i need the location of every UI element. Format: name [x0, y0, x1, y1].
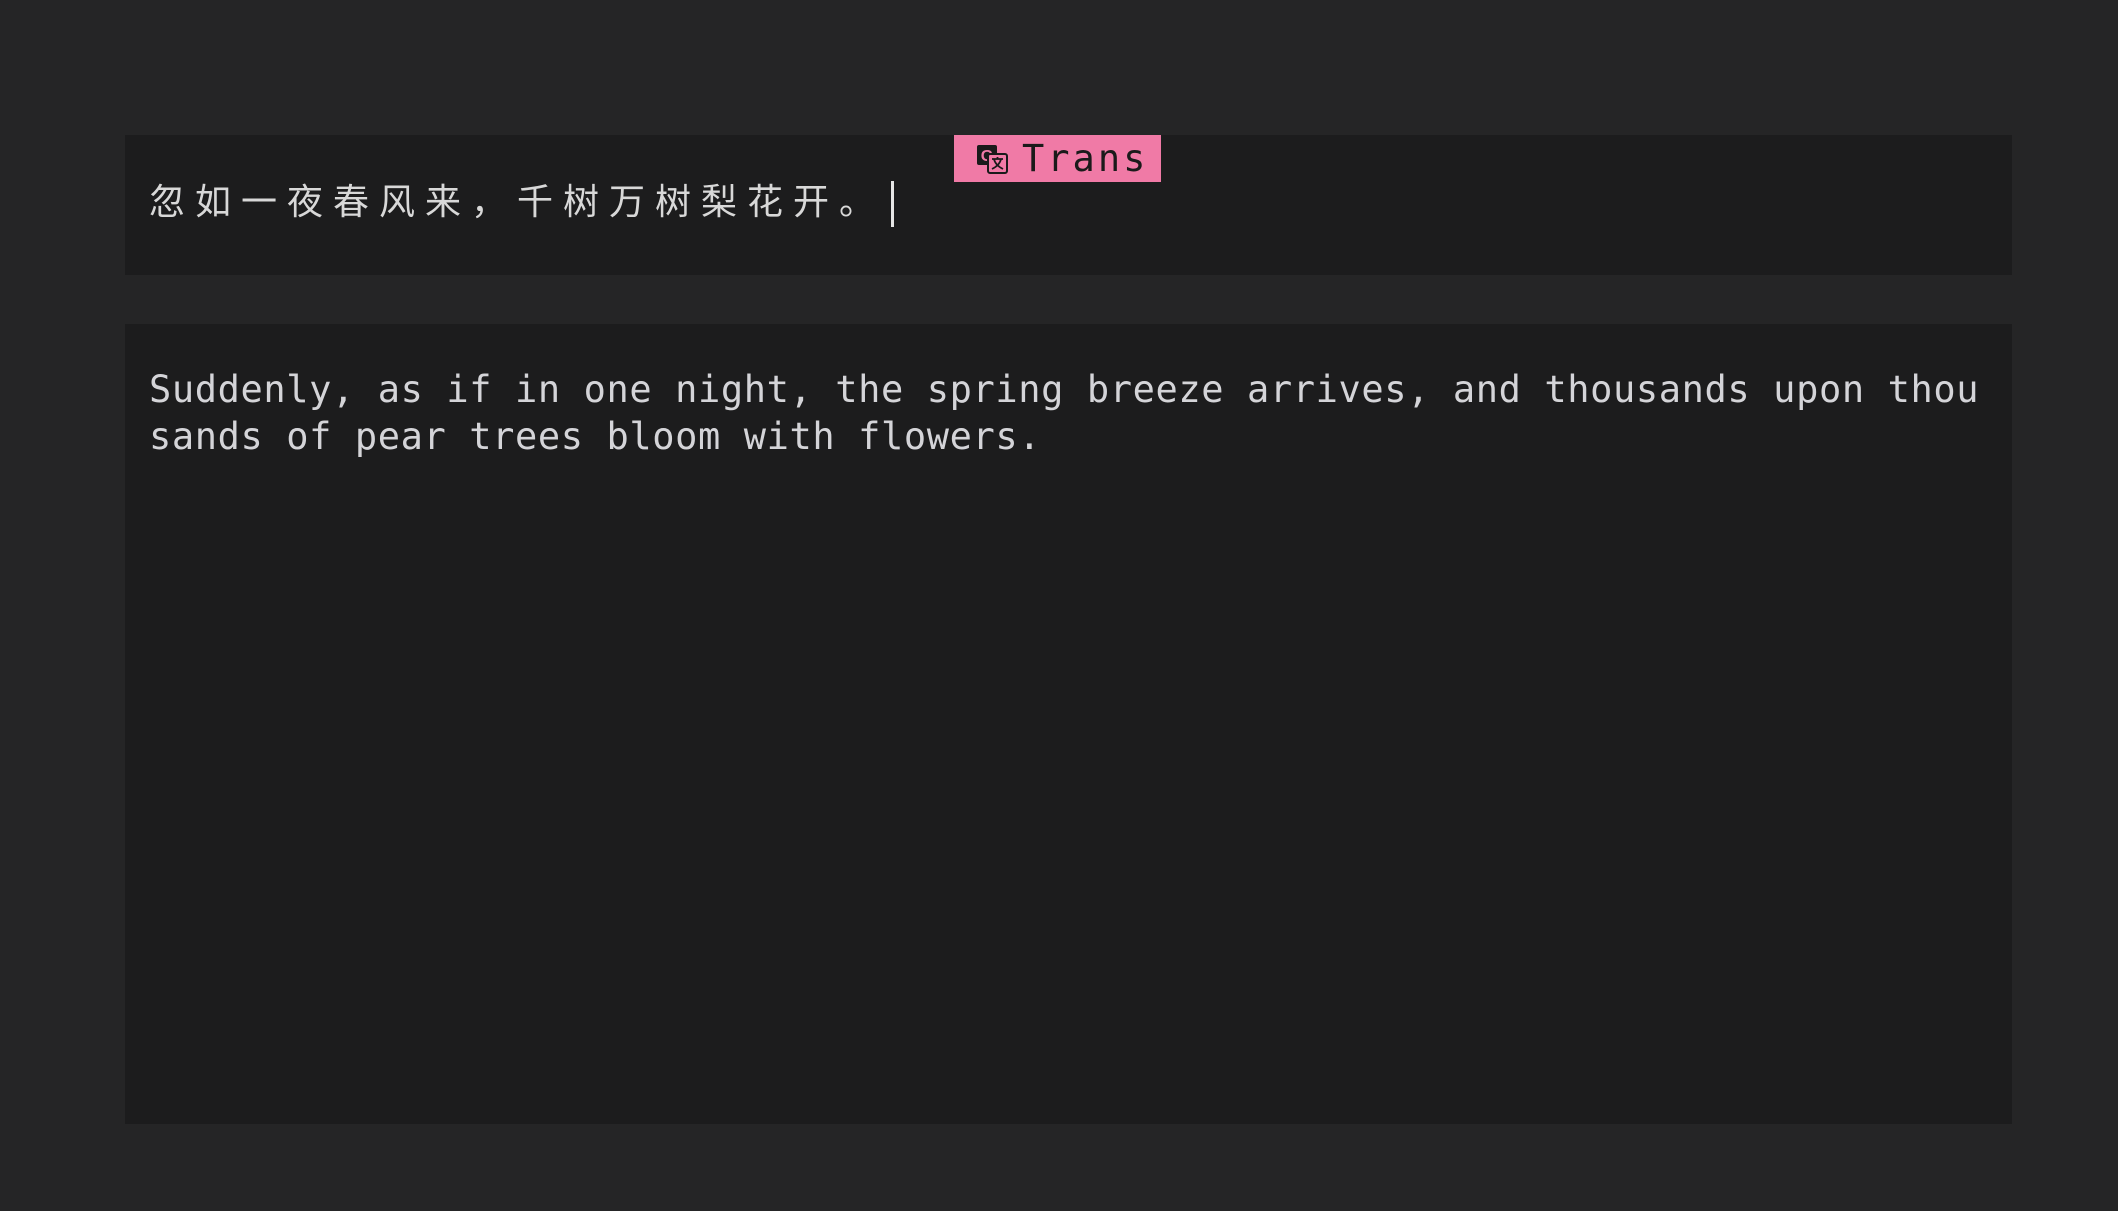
translate-button-label: Trans	[1022, 137, 1149, 180]
translate-icon: G	[976, 143, 1008, 175]
source-text-input[interactable]: 忽如一夜春风来，千树万树梨花开。	[149, 179, 895, 227]
translation-output-text: Suddenly, as if in one night, the spring…	[149, 368, 1980, 458]
translate-button[interactable]: G Trans	[954, 135, 1161, 182]
translation-output-panel: Suddenly, as if in one night, the spring…	[125, 324, 2012, 1124]
translator-app: 忽如一夜春风来，千树万树梨花开。 G Trans Suddenly, as if…	[0, 0, 2118, 1211]
text-cursor	[891, 181, 895, 227]
source-text: 忽如一夜春风来，千树万树梨花开。	[149, 182, 886, 223]
